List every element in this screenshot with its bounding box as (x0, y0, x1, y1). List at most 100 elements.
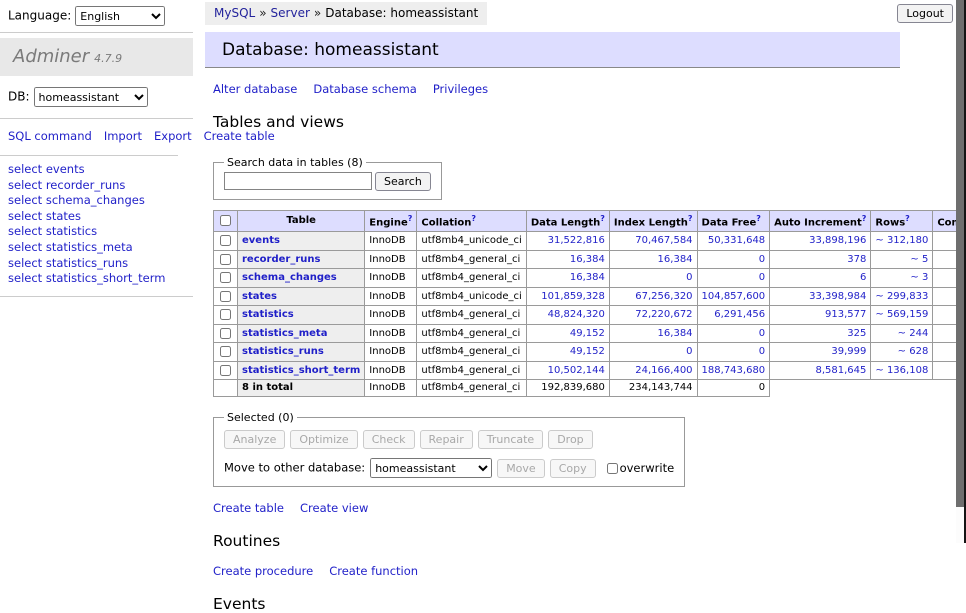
breadcrumb-link-server[interactable]: Server (271, 6, 310, 20)
link-privileges[interactable]: Privileges (433, 82, 488, 96)
sidebar-link-select-statistics-runs[interactable]: select statistics_runs (8, 256, 185, 272)
cell-auto-increment-link[interactable]: 6 (860, 272, 866, 283)
cell-data-length-link[interactable]: 16,384 (570, 272, 605, 283)
table-name-link-states[interactable]: states (242, 291, 277, 302)
sidebar-link-select-states[interactable]: select states (8, 209, 185, 225)
column-help-link[interactable]: ? (471, 214, 476, 223)
cell-rows-link[interactable]: ~ 569,159 (875, 309, 928, 320)
row-checkbox[interactable] (220, 235, 231, 246)
cell-rows-link[interactable]: ~ 628 (898, 346, 929, 357)
row-checkbox-cell (214, 324, 238, 343)
cell-auto-increment-link[interactable]: 913,577 (825, 309, 866, 320)
column-help-link[interactable]: ? (862, 214, 867, 223)
db-selector-row: DB:homeassistant (0, 76, 193, 119)
cell-rows-link[interactable]: ~ 312,180 (875, 235, 928, 246)
cell-index-length-link[interactable]: 16,384 (658, 328, 693, 339)
table-name-link-events[interactable]: events (242, 235, 280, 246)
scrollbar-track[interactable] (956, 0, 964, 543)
cell-auto-increment-link[interactable]: 378 (847, 254, 866, 265)
cell-data-length-link[interactable]: 48,824,320 (548, 309, 605, 320)
column-help-link[interactable]: ? (905, 214, 910, 223)
move-db-select[interactable]: homeassistant (370, 458, 492, 478)
cell-data-length-link[interactable]: 16,384 (570, 254, 605, 265)
collation-cell: utf8mb4_general_ci (417, 324, 526, 343)
cell-data-length-link[interactable]: 49,152 (570, 346, 605, 357)
sidebar-link-select-schema-changes[interactable]: select schema_changes (8, 193, 185, 209)
cell-data-free-link[interactable]: 188,743,680 (702, 365, 766, 376)
cell-data-length-link[interactable]: 31,522,816 (548, 235, 605, 246)
cell-index-length-link[interactable]: 0 (686, 346, 692, 357)
cell-auto-increment-link[interactable]: 8,581,645 (815, 365, 866, 376)
row-checkbox[interactable] (220, 309, 231, 320)
search-input[interactable] (224, 172, 372, 190)
cell-data-free-link[interactable]: 0 (759, 328, 765, 339)
link-create-table[interactable]: Create table (213, 501, 284, 515)
cell-data-free-link[interactable]: 6,291,456 (714, 309, 765, 320)
language-select[interactable]: English (75, 6, 165, 26)
cell-index-length-link[interactable]: 67,256,320 (635, 291, 692, 302)
sidebar-link-import[interactable]: Import (104, 129, 142, 143)
table-name-link-statistics-meta[interactable]: statistics_meta (242, 328, 327, 339)
cell-index-length-link[interactable]: 24,166,400 (635, 365, 692, 376)
cell-data-length-link[interactable]: 10,502,144 (548, 365, 605, 376)
sidebar-link-select-statistics-short-term[interactable]: select statistics_short_term (8, 271, 185, 287)
cell-data-free-link[interactable]: 0 (759, 272, 765, 283)
overwrite-checkbox[interactable] (607, 463, 618, 474)
collation-cell: utf8mb4_general_ci (417, 361, 526, 380)
sidebar-link-select-recorder-runs[interactable]: select recorder_runs (8, 178, 185, 194)
table-name-link-statistics[interactable]: statistics (242, 309, 294, 320)
column-help-link[interactable]: ? (600, 214, 605, 223)
row-checkbox[interactable] (220, 328, 231, 339)
column-help-link[interactable]: ? (756, 214, 761, 223)
cell-index-length: 0 (609, 269, 697, 288)
search-button[interactable]: Search (375, 172, 431, 191)
sidebar-link-sql-command[interactable]: SQL command (8, 129, 92, 143)
sidebar-link-select-statistics[interactable]: select statistics (8, 224, 185, 240)
cell-auto-increment-link[interactable]: 325 (847, 328, 866, 339)
cell-rows-link[interactable]: ~ 244 (898, 328, 929, 339)
cell-index-length-link[interactable]: 70,467,584 (635, 235, 692, 246)
logout-button[interactable]: Logout (897, 4, 953, 23)
table-name-link-schema-changes[interactable]: schema_changes (242, 272, 337, 283)
sidebar-link-select-events[interactable]: select events (8, 162, 185, 178)
sidebar-link-select-statistics-meta[interactable]: select statistics_meta (8, 240, 185, 256)
cell-index-length-link[interactable]: 0 (686, 272, 692, 283)
link-alter-database[interactable]: Alter database (213, 82, 297, 96)
link-create-view[interactable]: Create view (300, 501, 368, 515)
cell-rows-link[interactable]: ~ 299,833 (875, 291, 928, 302)
cell-auto-increment-link[interactable]: 33,898,196 (809, 235, 866, 246)
cell-rows-link[interactable]: ~ 3 (910, 272, 928, 283)
row-checkbox[interactable] (220, 272, 231, 283)
cell-auto-increment-link[interactable]: 39,999 (831, 346, 866, 357)
table-name-link-recorder-runs[interactable]: recorder_runs (242, 254, 320, 265)
link-database-schema[interactable]: Database schema (313, 82, 416, 96)
link-create-function[interactable]: Create function (329, 564, 418, 578)
cell-data-free-link[interactable]: 0 (759, 254, 765, 265)
cell-index-length-link[interactable]: 72,220,672 (635, 309, 692, 320)
row-checkbox[interactable] (220, 254, 231, 265)
table-name-link-statistics-short-term[interactable]: statistics_short_term (242, 365, 360, 376)
cell-data-free-link[interactable]: 104,857,600 (702, 291, 766, 302)
link-create-procedure[interactable]: Create procedure (213, 564, 313, 578)
scrollbar-thumb[interactable] (956, 0, 964, 507)
cell-rows-link[interactable]: ~ 5 (910, 254, 928, 265)
cell-rows-link[interactable]: ~ 136,108 (875, 365, 928, 376)
column-help-link[interactable]: ? (688, 214, 693, 223)
cell-data-free-link[interactable]: 50,331,648 (708, 235, 765, 246)
row-checkbox[interactable] (220, 365, 231, 376)
cell-auto-increment-link[interactable]: 33,398,984 (809, 291, 866, 302)
table-name-link-statistics-runs[interactable]: statistics_runs (242, 346, 324, 357)
breadcrumb-link-mysql[interactable]: MySQL (214, 6, 255, 20)
cell-data-free: 0 (697, 324, 770, 343)
cell-data-length-link[interactable]: 49,152 (570, 328, 605, 339)
row-checkbox[interactable] (220, 291, 231, 302)
cell-index-length-link[interactable]: 16,384 (658, 254, 693, 265)
column-help-link[interactable]: ? (408, 214, 413, 223)
cell-data-free: 188,743,680 (697, 361, 770, 380)
select-all-checkbox[interactable] (220, 215, 231, 226)
sidebar-link-export[interactable]: Export (154, 129, 192, 143)
cell-data-length-link[interactable]: 101,859,328 (541, 291, 605, 302)
db-select[interactable]: homeassistant (34, 87, 148, 107)
row-checkbox[interactable] (220, 346, 231, 357)
cell-data-free-link[interactable]: 0 (759, 346, 765, 357)
